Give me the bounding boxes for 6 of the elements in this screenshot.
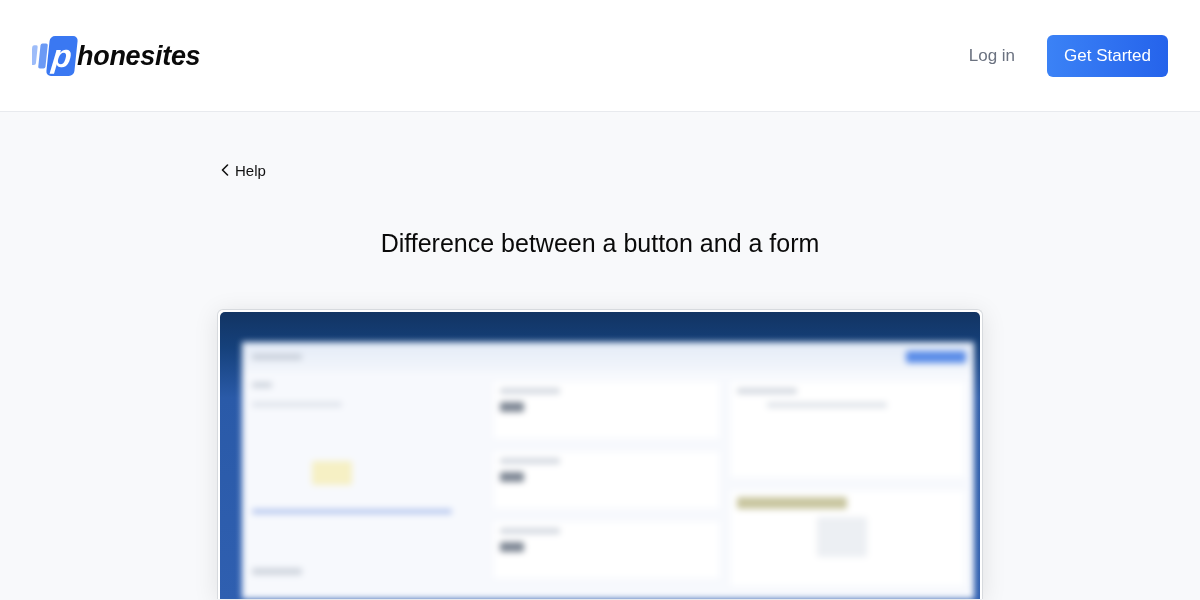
login-link[interactable]: Log in xyxy=(968,45,1016,66)
logo-wordmark[interactable]: honesites xyxy=(77,38,201,73)
get-started-button[interactable]: Get Started xyxy=(1047,34,1168,77)
help-back-link[interactable]: Help xyxy=(235,161,266,179)
chevron-left-icon xyxy=(221,164,229,176)
article-title: Difference between a button and a form xyxy=(380,228,820,259)
